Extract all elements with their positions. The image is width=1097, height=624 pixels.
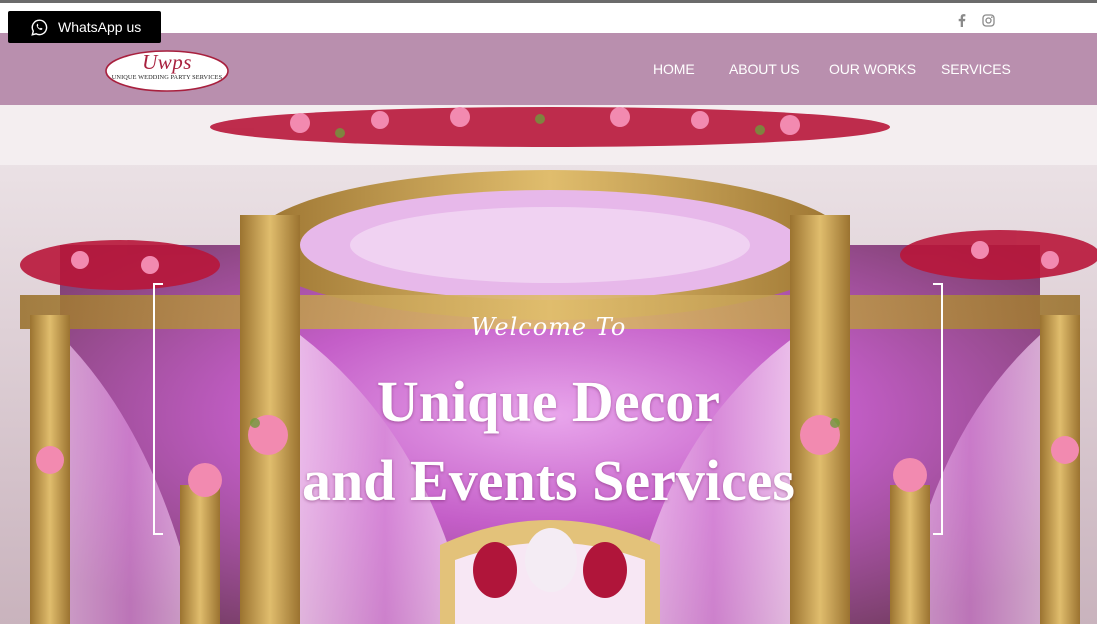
site-header: Uwps UNIQUE WEDDING PARTY SERVICES HOME … — [0, 33, 1097, 105]
hero-title-line1: Unique Decor — [376, 369, 721, 434]
hero-banner: Welcome To Unique Decor and Events Servi… — [0, 105, 1097, 624]
whatsapp-label: WhatsApp us — [58, 19, 142, 35]
facebook-icon[interactable] — [955, 13, 969, 27]
nav-about-us[interactable]: ABOUT US — [729, 61, 800, 77]
logo-subtitle: UNIQUE WEDDING PARTY SERVICES — [111, 74, 223, 81]
nav-services[interactable]: SERVICES — [941, 61, 1011, 77]
whatsapp-icon — [31, 18, 48, 36]
hero-welcome: Welcome To — [470, 313, 627, 341]
hero-title-line2: and Events Services — [302, 448, 795, 513]
brand-logo[interactable]: Uwps UNIQUE WEDDING PARTY SERVICES — [104, 49, 230, 93]
nav-our-works[interactable]: OUR WORKS — [829, 61, 916, 77]
instagram-icon[interactable] — [981, 13, 995, 27]
whatsapp-button[interactable]: WhatsApp us — [8, 11, 161, 43]
logo-script: Uwps — [142, 50, 192, 74]
social-topbar — [0, 3, 1097, 33]
nav-home[interactable]: HOME — [653, 61, 695, 77]
